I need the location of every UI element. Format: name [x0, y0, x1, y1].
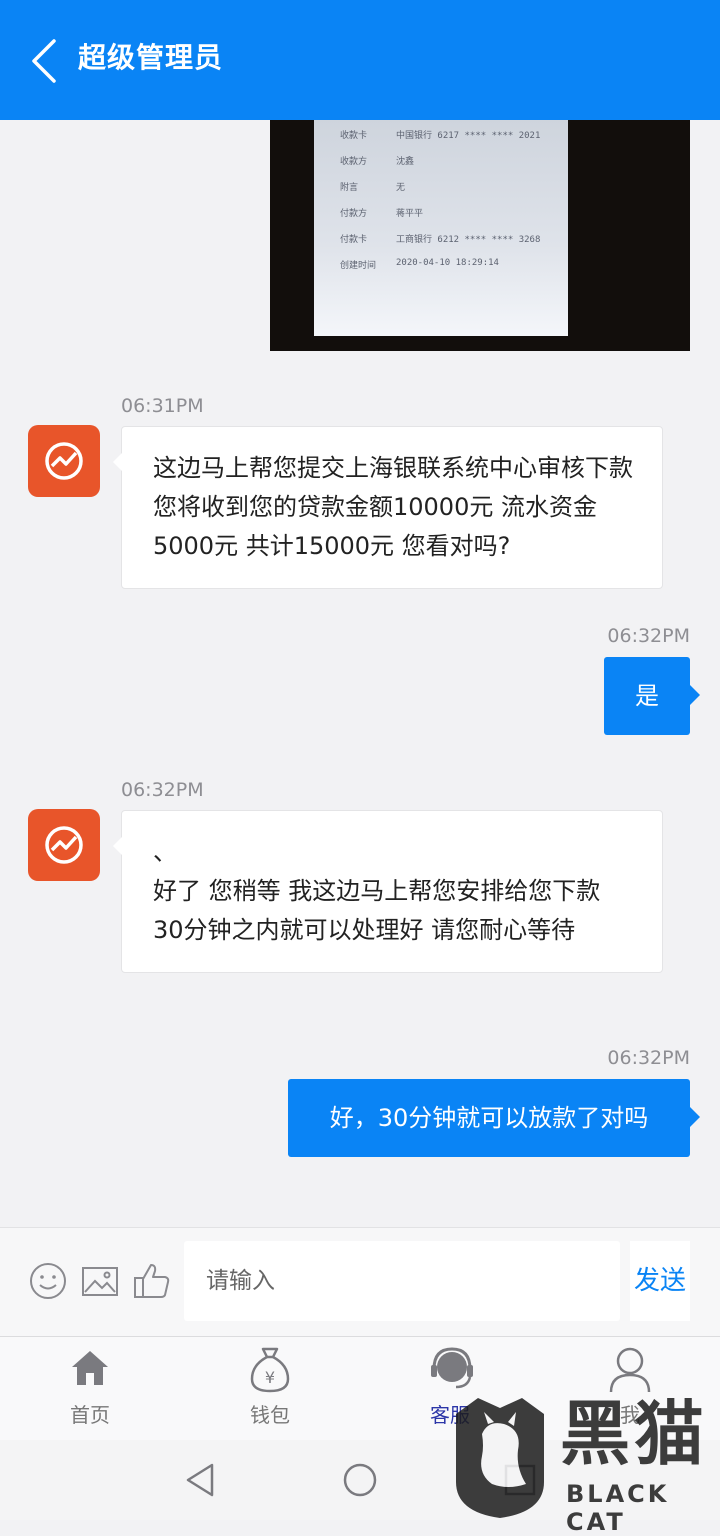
message-timestamp: 06:32PM [607, 625, 690, 647]
emoji-icon[interactable] [28, 1261, 68, 1301]
message-text: 这边马上帮您提交上海银联系统中心审核下款 您将收到您的贷款金额10000元 流水… [153, 454, 641, 560]
receipt-row: 付款卡 工商银行 6212 **** **** 3268 [340, 235, 541, 245]
thumbs-up-icon[interactable] [132, 1261, 172, 1301]
message-timestamp: 06:32PM [607, 1047, 690, 1069]
app-logo-icon [45, 826, 83, 864]
black-cat-watermark: 黑猫 BLACK CAT [448, 1390, 720, 1536]
message-text: 、 好了 您稍等 我这边马上帮您安排给您下款 30分钟之内就可以处理好 请您耐心… [153, 838, 601, 944]
receipt-row: 创建时间 2020-04-10 18:29:14 [340, 258, 499, 271]
agent-avatar[interactable] [28, 809, 100, 881]
app-header: 超级管理员 [0, 0, 720, 120]
svg-text:¥: ¥ [265, 1368, 275, 1387]
watermark-text-en: BLACK CAT [566, 1480, 670, 1536]
message-input[interactable] [184, 1241, 620, 1321]
money-bag-icon: ¥ [250, 1347, 290, 1393]
agent-avatar[interactable] [28, 425, 100, 497]
message-text: 好，30分钟就可以放款了对吗 [329, 1104, 649, 1132]
chevron-left-icon[interactable] [28, 38, 64, 84]
tab-home[interactable]: 首页 [10, 1337, 170, 1441]
message-text: 是 [635, 682, 659, 710]
home-icon [72, 1351, 108, 1385]
nav-home-icon[interactable] [340, 1460, 380, 1500]
user-icon [609, 1347, 651, 1393]
receipt-row: 附言无 [340, 183, 406, 193]
nav-back-icon[interactable] [180, 1460, 220, 1500]
receipt-row: 收款卡 中国银行 6217 **** **** 2021 [340, 131, 541, 141]
customer-service-icon [431, 1347, 473, 1389]
outgoing-message-bubble: 好，30分钟就可以放款了对吗 [288, 1079, 700, 1157]
outgoing-message-bubble: 是 [604, 657, 700, 735]
message-timestamp: 06:31PM [121, 395, 204, 417]
page-title: 超级管理员 [78, 41, 224, 74]
incoming-message-bubble: 、 好了 您稍等 我这边马上帮您安排给您下款 30分钟之内就可以处理好 请您耐心… [113, 810, 663, 973]
tab-wallet[interactable]: ¥ 钱包 [190, 1337, 350, 1441]
image-message[interactable]: 收款卡 中国银行 6217 **** **** 2021 收款方 沈鑫 附言无 付款… [270, 120, 690, 351]
send-button[interactable]: 发送 [630, 1241, 690, 1321]
app-logo-icon [45, 442, 83, 480]
image-icon[interactable] [80, 1261, 120, 1301]
message-input-bar: 发送 [0, 1227, 720, 1336]
receipt-row: 收款方 沈鑫 [340, 157, 415, 167]
receipt-photo: 收款卡 中国银行 6217 **** **** 2021 收款方 沈鑫 附言无 付款… [314, 120, 568, 336]
message-timestamp: 06:32PM [121, 779, 204, 801]
cat-logo-icon [456, 1398, 544, 1518]
receipt-row: 付款方 蒋平平 [340, 209, 424, 219]
incoming-message-bubble: 这边马上帮您提交上海银联系统中心审核下款 您将收到您的贷款金额10000元 流水… [113, 426, 663, 589]
watermark-text: 黑猫 [560, 1393, 708, 1475]
